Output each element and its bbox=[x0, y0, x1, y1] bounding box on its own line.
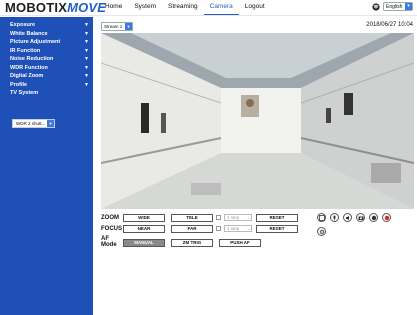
snapshot-icon[interactable] bbox=[356, 213, 365, 222]
record-icon[interactable] bbox=[382, 213, 391, 222]
sidebar-item-profile[interactable]: Profile ▼ bbox=[0, 81, 93, 90]
sidebar-item-label: TV System bbox=[10, 90, 39, 96]
focus-reset-button[interactable]: RESET bbox=[256, 224, 298, 233]
af-label-line2: Mode bbox=[101, 241, 117, 248]
chevron-down-icon: ▼ bbox=[84, 56, 89, 62]
chevron-down-icon: ▼ bbox=[84, 30, 89, 37]
chevron-down-icon: ▾ bbox=[47, 120, 54, 127]
sidebar-item-label: IR Function bbox=[10, 47, 41, 54]
mic-icon bbox=[333, 215, 336, 220]
zoom-tele-button[interactable]: TELE bbox=[171, 213, 213, 222]
gear-icon bbox=[319, 229, 324, 234]
record-dot-icon bbox=[384, 215, 389, 220]
zoom-step-value: 1 step bbox=[227, 215, 240, 220]
zoom-label: ZOOM bbox=[101, 214, 119, 221]
zoom-reset-button[interactable]: RESET bbox=[256, 213, 298, 222]
zoom-step-checkbox[interactable] bbox=[216, 215, 221, 220]
sidebar-item-label: Digital Zoom bbox=[10, 73, 44, 79]
focus-step-select[interactable]: 1 step ⌄ bbox=[224, 225, 252, 232]
sidebar-item-label: Exposure bbox=[10, 22, 36, 28]
af-zm-trig-button[interactable]: ZM TRIG bbox=[171, 238, 213, 247]
sidebar-item-picture-adjustment[interactable]: Picture Adjustment ▼ bbox=[0, 38, 93, 47]
zoom-step-control: 1 step ⌄ bbox=[216, 214, 252, 221]
focus-near-button[interactable]: NEAR bbox=[123, 224, 165, 233]
chevron-down-icon: ▼ bbox=[84, 22, 89, 28]
timestamp: 2018/06/27 10:04 bbox=[366, 22, 413, 28]
focus-row: FOCUS NEAR FAR 1 step ⌄ RESET bbox=[101, 224, 298, 233]
logo: MOBOTIXMOVE bbox=[5, 1, 106, 15]
stop-square-icon bbox=[371, 215, 376, 220]
sidebar-item-tv-system: TV System bbox=[0, 89, 93, 98]
sidebar-item-exposure[interactable]: Exposure ▼ bbox=[0, 21, 93, 30]
camera-icon bbox=[358, 216, 363, 220]
zoom-wide-button[interactable]: WIDE bbox=[123, 213, 165, 222]
nav-system[interactable]: System bbox=[128, 1, 162, 15]
sidebar-item-noise-reduction[interactable]: Noise Reduction ▼ bbox=[0, 55, 93, 64]
language-value: English bbox=[386, 4, 403, 10]
tv-system-select[interactable]: WDR 2 shutt... ▾ bbox=[12, 119, 55, 128]
sidebar-item-digital-zoom[interactable]: Digital Zoom ▼ bbox=[0, 72, 93, 81]
sidebar-item-label: Noise Reduction bbox=[10, 56, 54, 62]
top-bar: MOBOTIXMOVE Home System Streaming Camera… bbox=[0, 0, 417, 16]
chevron-down-icon: ▼ bbox=[84, 81, 89, 88]
chevron-down-icon: ▾ bbox=[125, 23, 132, 30]
focus-label: FOCUS bbox=[101, 225, 122, 232]
focus-far-button[interactable]: FAR bbox=[171, 224, 213, 233]
focus-step-value: 1 step bbox=[227, 226, 240, 231]
sidebar: Exposure ▼ White Balance ▼ Picture Adjustm… bbox=[0, 17, 93, 315]
speaker-icon[interactable] bbox=[343, 213, 352, 222]
video-frame bbox=[101, 33, 414, 209]
nav-logout[interactable]: Logout bbox=[239, 1, 271, 15]
live-video[interactable] bbox=[101, 33, 414, 209]
focus-step-control: 1 step ⌄ bbox=[216, 225, 252, 232]
focus-step-checkbox[interactable] bbox=[216, 226, 221, 231]
af-mode-label: AF Mode bbox=[101, 236, 123, 248]
nav-home[interactable]: Home bbox=[99, 1, 128, 15]
zoom-row: ZOOM WIDE TELE 1 step ⌄ RESET bbox=[101, 213, 298, 222]
chevron-down-icon: ▼ bbox=[84, 39, 89, 45]
chevron-down-icon: ▼ bbox=[84, 73, 89, 79]
chevron-down-icon: ▼ bbox=[84, 64, 89, 71]
sidebar-item-label: Profile bbox=[10, 81, 28, 88]
nav-streaming[interactable]: Streaming bbox=[162, 1, 204, 15]
chevron-down-icon: ▾ bbox=[405, 3, 412, 10]
nav-camera[interactable]: Camera bbox=[203, 1, 239, 15]
stop-icon[interactable] bbox=[369, 213, 378, 222]
sidebar-item-label: White Balance bbox=[10, 30, 48, 37]
stream-select[interactable]: Stream 1 ▾ bbox=[101, 22, 133, 31]
sidebar-item-white-balance[interactable]: White Balance ▼ bbox=[0, 30, 93, 39]
stream-value: Stream 1 bbox=[104, 24, 123, 29]
zoom-step-select[interactable]: 1 step ⌄ bbox=[224, 214, 252, 221]
settings-icon[interactable] bbox=[317, 227, 326, 236]
chevron-down-icon: ⌄ bbox=[246, 226, 250, 231]
sidebar-item-wdr-function[interactable]: WDR Function ▼ bbox=[0, 64, 93, 73]
sidebar-item-label: WDR Function bbox=[10, 64, 48, 71]
chevron-down-icon: ▼ bbox=[84, 47, 89, 54]
sidebar-item-ir-function[interactable]: IR Function ▼ bbox=[0, 47, 93, 56]
af-push-af-button[interactable]: PUSH AF bbox=[219, 238, 261, 247]
microphone-icon[interactable] bbox=[330, 213, 339, 222]
volume-icon bbox=[345, 215, 349, 220]
main-nav: Home System Streaming Camera Logout bbox=[99, 1, 271, 15]
af-mode-row: AF Mode MANUAL ZM TRIG PUSH AF bbox=[101, 236, 261, 249]
sidebar-item-label: Picture Adjustment bbox=[10, 39, 61, 45]
globe-icon bbox=[372, 2, 380, 11]
chevron-down-icon: ⌄ bbox=[246, 215, 250, 220]
ptz-icon[interactable] bbox=[317, 213, 326, 222]
tv-system-value: WDR 2 shutt... bbox=[16, 121, 46, 126]
grid-icon bbox=[318, 214, 325, 221]
language-select[interactable]: English ▾ bbox=[383, 2, 413, 11]
logo-main: MOBOTIX bbox=[5, 0, 68, 15]
language-area: English ▾ bbox=[372, 2, 413, 11]
af-manual-button[interactable]: MANUAL bbox=[123, 238, 165, 247]
